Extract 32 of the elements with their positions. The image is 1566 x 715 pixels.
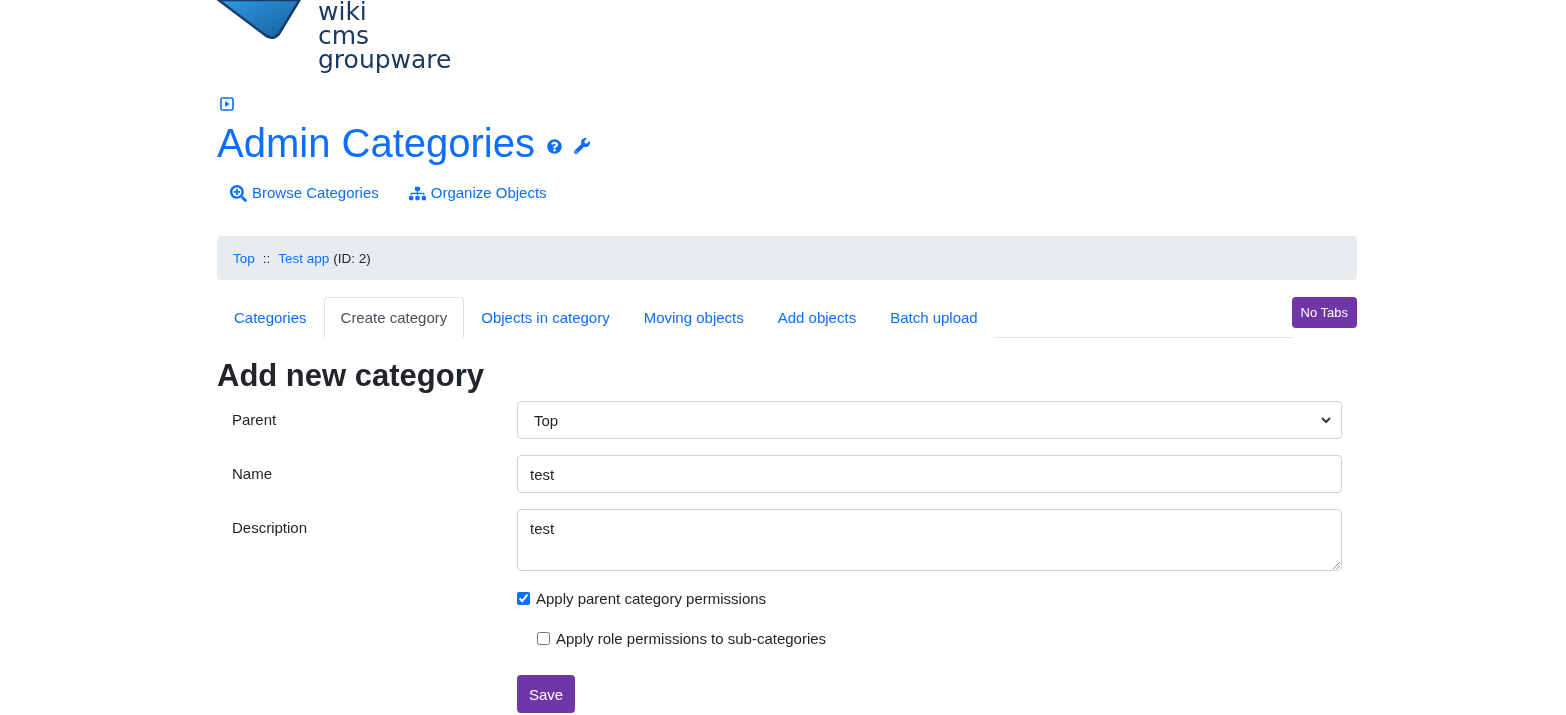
select-field[interactable]: Top <box>517 401 1342 439</box>
save-button[interactable]: Save <box>517 675 576 713</box>
field-label: Parent <box>232 410 277 430</box>
nav-link[interactable]: Organize Objects <box>408 183 547 203</box>
wrench-icon[interactable] <box>573 138 590 154</box>
checkbox[interactable] <box>517 591 530 605</box>
nav-link[interactable]: Browse Categories <box>230 183 379 203</box>
logo-text: wiki <box>318 0 367 24</box>
no-tabs-button[interactable]: No Tabs <box>1291 297 1357 328</box>
help-icon[interactable] <box>546 138 562 154</box>
zoom-in-icon <box>230 184 247 202</box>
page-title: Admin Categories <box>217 120 535 167</box>
breadcrumb-link[interactable]: Test app <box>278 250 330 266</box>
field-label: Name <box>232 464 272 484</box>
textarea-field[interactable]: test <box>517 509 1342 571</box>
section-heading: Add new category <box>217 357 484 395</box>
resize-grip-icon[interactable] <box>1332 561 1340 569</box>
breadcrumb-link[interactable]: Top <box>233 250 255 266</box>
breadcrumb-separator: :: <box>262 250 271 266</box>
logo-icon[interactable] <box>217 0 301 42</box>
sitemap-icon <box>408 184 426 202</box>
checkbox-label: Apply role permissions to sub-categories <box>556 629 827 647</box>
play-icon[interactable] <box>220 97 234 111</box>
checkbox-label: Apply parent category permissions <box>536 589 767 607</box>
field-label: Description <box>232 518 308 538</box>
breadcrumb-id: (ID: 2) <box>333 250 371 266</box>
input-field[interactable]: test <box>517 455 1342 493</box>
chevron-down-icon <box>1321 416 1331 424</box>
checkbox[interactable] <box>537 631 550 645</box>
logo-text: groupware <box>318 48 452 72</box>
tab[interactable]: Create category <box>323 297 465 338</box>
logo-text: cms <box>318 24 370 48</box>
